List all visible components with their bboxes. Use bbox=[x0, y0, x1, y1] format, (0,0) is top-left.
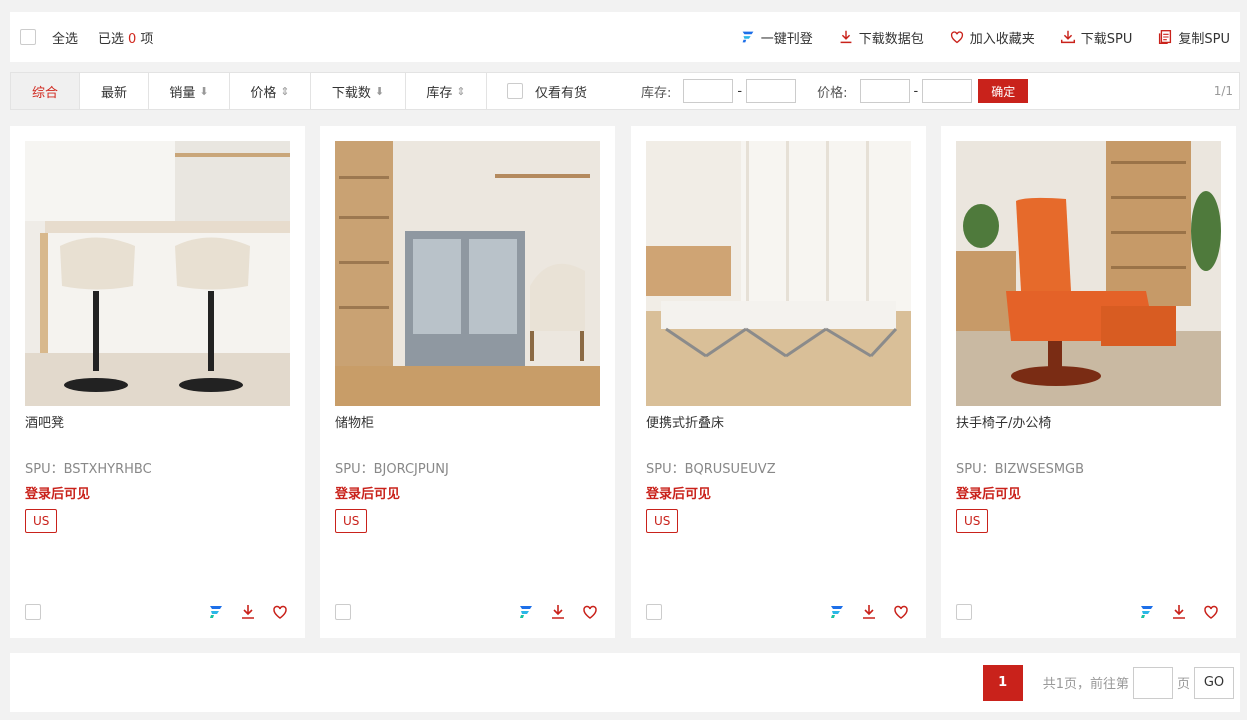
login-to-view-text: 登录后可见 bbox=[646, 487, 712, 502]
product-actions bbox=[827, 602, 911, 622]
toolbar-actions: 一键刊登 下载数据包 加入收藏夹 下载SPU 复制SPU bbox=[739, 28, 1230, 47]
go-button[interactable]: GO bbox=[1194, 666, 1234, 699]
product-name[interactable]: 酒吧凳 bbox=[25, 412, 64, 431]
publish-icon bbox=[742, 31, 754, 43]
product-actions bbox=[1137, 602, 1221, 622]
price-max-input[interactable] bbox=[922, 79, 973, 103]
selected-count: 0 bbox=[128, 31, 137, 47]
region-tag: US bbox=[646, 509, 679, 533]
product-name[interactable]: 扶手椅子/办公椅 bbox=[956, 412, 1051, 431]
product-actions bbox=[206, 602, 290, 622]
stock-range: 库存: - bbox=[641, 79, 797, 103]
product-checkbox[interactable] bbox=[25, 604, 41, 620]
product-card[interactable]: 扶手椅子/办公椅 SPU：BIZWSESMGB 登录后可见 US bbox=[941, 126, 1236, 638]
copy-icon bbox=[1159, 30, 1172, 44]
product-name[interactable]: 储物柜 bbox=[335, 412, 374, 431]
selected-count-text: 已选 0 项 bbox=[98, 31, 154, 47]
product-actions bbox=[516, 602, 600, 622]
stock-min-input[interactable] bbox=[683, 79, 734, 103]
page-number-current[interactable]: 1 bbox=[982, 664, 1023, 701]
publish-button[interactable]: 一键刊登 bbox=[739, 28, 813, 47]
product-card[interactable]: 便携式折叠床 SPU：BQRUSUEUVZ 登录后可见 US bbox=[631, 126, 926, 638]
product-card[interactable]: 储物柜 SPU：BJORCJPUNJ 登录后可见 US bbox=[320, 126, 615, 638]
tab-comprehensive[interactable]: 综合 bbox=[11, 73, 80, 109]
toolbar: 全选 已选 0 项 一键刊登 下载数据包 加入收藏夹 下载SPU 复制SPU bbox=[10, 12, 1240, 62]
filter-bar: 综合 最新 销量 ⬇ 价格 ⇕ 下载数 ⬇ 库存 ⇕ 仅看有货 库存: - 价格: - … bbox=[10, 72, 1240, 110]
sort-both-icon: ⇕ bbox=[280, 84, 290, 98]
product-name[interactable]: 便携式折叠床 bbox=[646, 412, 724, 431]
tab-newest[interactable]: 最新 bbox=[80, 73, 149, 109]
product-image-bar-stool[interactable] bbox=[25, 141, 290, 406]
page-info: 1/1 bbox=[1213, 84, 1233, 98]
download-icon[interactable] bbox=[859, 602, 879, 622]
download-icon bbox=[840, 30, 852, 44]
product-card[interactable]: 酒吧凳 SPU：BSTXHYRHBC 登录后可见 US bbox=[10, 126, 305, 638]
product-checkbox[interactable] bbox=[646, 604, 662, 620]
login-to-view-text: 登录后可见 bbox=[335, 487, 401, 502]
select-all-label[interactable]: 全选 bbox=[52, 28, 78, 47]
tab-price[interactable]: 价格 ⇕ bbox=[230, 73, 311, 109]
in-stock-filter[interactable]: 仅看有货 bbox=[507, 82, 587, 101]
tab-sales[interactable]: 销量 ⬇ bbox=[149, 73, 230, 109]
stock-max-input[interactable] bbox=[746, 79, 797, 103]
product-checkbox[interactable] bbox=[956, 604, 972, 620]
page-unit-text: 页 bbox=[1176, 677, 1190, 692]
product-image-cabinet[interactable] bbox=[335, 141, 600, 406]
copy-spu-button[interactable]: 复制SPU bbox=[1156, 28, 1230, 47]
price-min-input[interactable] bbox=[859, 79, 910, 103]
product-spu: SPU：BJORCJPUNJ bbox=[335, 462, 449, 477]
page-jump-input[interactable] bbox=[1132, 666, 1173, 699]
select-all-checkbox[interactable] bbox=[20, 29, 36, 45]
product-checkbox[interactable] bbox=[335, 604, 351, 620]
download-icon[interactable] bbox=[548, 602, 568, 622]
download-package-button[interactable]: 下载数据包 bbox=[837, 28, 924, 47]
tab-downloads[interactable]: 下载数 ⬇ bbox=[311, 73, 406, 109]
heart-icon[interactable] bbox=[1201, 602, 1221, 622]
product-image-armchair[interactable] bbox=[956, 141, 1221, 406]
download-icon[interactable] bbox=[238, 602, 258, 622]
sort-down-icon: ⬇ bbox=[374, 84, 385, 98]
region-tag: US bbox=[25, 509, 58, 533]
publish-icon[interactable] bbox=[827, 602, 847, 622]
pagination-text: 共1页，前往第 bbox=[1042, 677, 1129, 692]
heart-icon bbox=[950, 31, 963, 44]
sort-both-icon: ⇕ bbox=[456, 84, 466, 98]
download-icon[interactable] bbox=[1169, 602, 1189, 622]
publish-icon[interactable] bbox=[1137, 602, 1157, 622]
tab-stock[interactable]: 库存 ⇕ bbox=[406, 73, 487, 109]
in-stock-checkbox[interactable] bbox=[507, 83, 523, 99]
publish-icon[interactable] bbox=[206, 602, 226, 622]
heart-icon[interactable] bbox=[891, 602, 911, 622]
sort-down-icon: ⬇ bbox=[199, 84, 209, 98]
product-spu: SPU：BQRUSUEUVZ bbox=[646, 462, 776, 477]
confirm-button[interactable]: 确定 bbox=[978, 79, 1029, 103]
product-image-folding-bed[interactable] bbox=[646, 141, 911, 406]
heart-icon[interactable] bbox=[580, 602, 600, 622]
product-spu: SPU：BIZWSESMGB bbox=[956, 462, 1085, 477]
product-spu: SPU：BSTXHYRHBC bbox=[25, 462, 152, 477]
download-spu-button[interactable]: 下载SPU bbox=[1059, 28, 1132, 47]
pagination: 1 共1页，前往第 页 GO bbox=[10, 653, 1240, 712]
region-tag: US bbox=[956, 509, 989, 533]
add-favorites-button[interactable]: 加入收藏夹 bbox=[948, 28, 1035, 47]
publish-icon[interactable] bbox=[516, 602, 536, 622]
region-tag: US bbox=[335, 509, 368, 533]
login-to-view-text: 登录后可见 bbox=[25, 487, 91, 502]
price-range: 价格: - bbox=[817, 79, 973, 103]
download-icon bbox=[1060, 30, 1075, 44]
login-to-view-text: 登录后可见 bbox=[956, 487, 1022, 502]
heart-icon[interactable] bbox=[270, 602, 290, 622]
